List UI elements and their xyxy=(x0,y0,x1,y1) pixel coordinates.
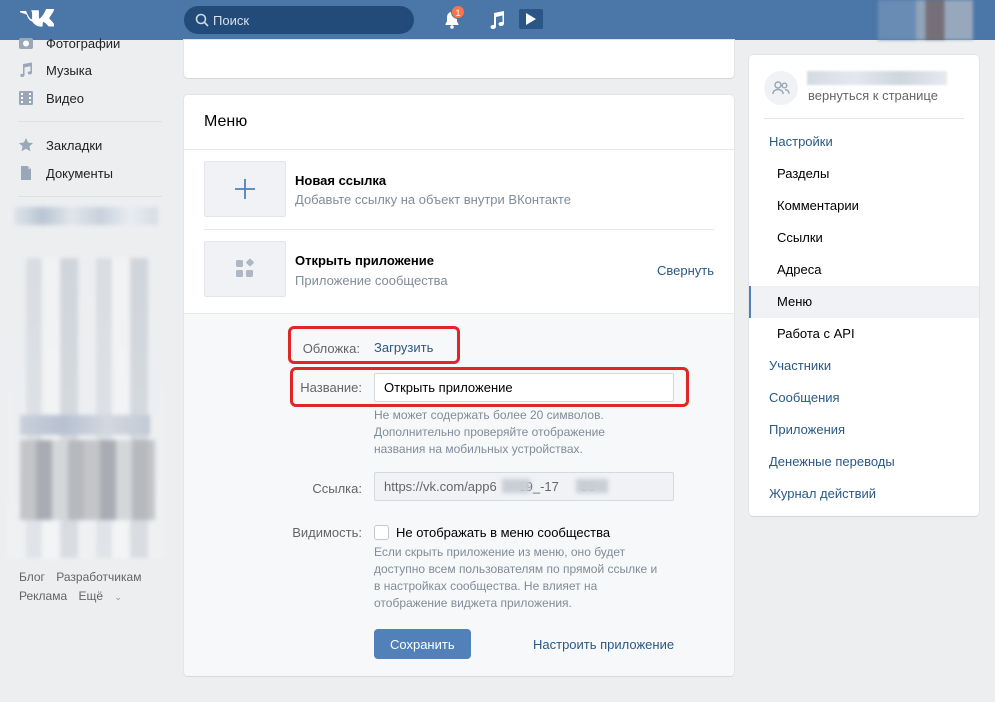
sidebar-item-links[interactable]: Ссылки xyxy=(749,222,979,254)
camera-icon xyxy=(19,38,33,49)
play-icon xyxy=(526,13,536,25)
blurred-content xyxy=(502,479,530,493)
blurred-content xyxy=(14,207,158,225)
nav-divider xyxy=(18,196,162,197)
hide-from-menu-label[interactable]: Не отображать в меню сообщества xyxy=(396,525,610,540)
footer-links: Блог Разработчикам xyxy=(19,570,149,584)
save-button[interactable]: Сохранить xyxy=(374,629,471,659)
search-input[interactable] xyxy=(213,6,403,34)
visibility-hint: Если скрыть приложение из меню, оно буде… xyxy=(374,545,658,610)
open-app-title[interactable]: Открыть приложение xyxy=(295,253,434,268)
player-play-button[interactable] xyxy=(519,9,543,29)
footer-link-developers[interactable]: Разработчикам xyxy=(56,570,141,584)
plus-icon xyxy=(235,179,255,199)
page-title: Меню xyxy=(204,113,248,130)
footer-link-ads[interactable]: Реклама xyxy=(19,589,67,603)
apps-icon xyxy=(236,258,254,277)
sidebar-item-settings[interactable]: Настройки xyxy=(749,126,979,158)
new-link-thumb[interactable] xyxy=(204,161,286,217)
chevron-down-icon: ⌄ xyxy=(114,592,122,602)
divider xyxy=(204,229,714,230)
hide-from-menu-checkbox[interactable] xyxy=(374,525,389,540)
blurred-content xyxy=(20,415,150,435)
music-icon[interactable] xyxy=(488,10,506,30)
new-link-description: Добавьте ссылку на объект внутри ВКонтак… xyxy=(295,192,571,207)
previous-card xyxy=(184,40,734,78)
footer-link-more[interactable]: Ещё ⌄ xyxy=(78,589,129,603)
group-icon xyxy=(772,81,790,95)
sidebar-item-money-transfers[interactable]: Денежные переводы xyxy=(749,446,979,478)
sidebar-item-action-log[interactable]: Журнал действий xyxy=(749,478,979,510)
menu-card: Меню Новая ссылка Добавьте ссылку на объ… xyxy=(184,95,734,676)
blurred-content xyxy=(576,479,608,493)
sidebar-item-apps[interactable]: Приложения xyxy=(749,414,979,446)
star-icon xyxy=(19,138,33,152)
search-icon xyxy=(195,13,209,27)
nav-item-label: Видео xyxy=(46,90,84,106)
back-to-page-link[interactable]: вернуться к странице xyxy=(808,88,938,103)
nav-item-label: Документы xyxy=(46,165,114,181)
configure-app-link[interactable]: Настроить приложение xyxy=(533,637,674,652)
divider xyxy=(764,118,964,119)
video-icon xyxy=(19,91,33,105)
divider xyxy=(184,149,734,150)
notifications-badge: 1 xyxy=(451,5,465,19)
nav-item-music[interactable]: Музыка xyxy=(18,60,92,80)
sidebar-item-members[interactable]: Участники xyxy=(749,350,979,382)
footer-links: Реклама Ещё ⌄ xyxy=(19,589,138,603)
nav-divider xyxy=(18,121,162,122)
blurred-content xyxy=(20,440,155,520)
nav-item-documents[interactable]: Документы xyxy=(18,163,113,183)
user-avatar[interactable] xyxy=(878,0,973,40)
top-header: 1 xyxy=(0,0,995,40)
nav-item-video[interactable]: Видео xyxy=(18,88,84,108)
sidebar-item-messages[interactable]: Сообщения xyxy=(749,382,979,414)
link-label: Ссылка: xyxy=(312,481,362,496)
search-box[interactable] xyxy=(184,6,414,34)
document-icon xyxy=(21,166,31,180)
footer-more-label: Ещё xyxy=(78,589,104,603)
new-link-title[interactable]: Новая ссылка xyxy=(295,173,386,188)
nav-item-photos[interactable]: Фотографии xyxy=(18,33,120,53)
settings-sidebar: вернуться к странице Настройки Разделы К… xyxy=(749,55,979,516)
cover-label: Обложка: xyxy=(302,341,360,356)
sidebar-item-comments[interactable]: Комментарии xyxy=(749,190,979,222)
community-icon xyxy=(764,71,798,105)
name-label: Название: xyxy=(300,380,362,395)
name-input[interactable] xyxy=(374,373,674,402)
nav-item-label: Музыка xyxy=(46,62,92,78)
visibility-label: Видимость: xyxy=(292,525,362,540)
nav-item-label: Закладки xyxy=(46,137,103,153)
sidebar-item-sections[interactable]: Разделы xyxy=(749,158,979,190)
nav-item-label: Фотографии xyxy=(46,35,121,51)
cover-upload-link[interactable]: Загрузить xyxy=(374,340,433,355)
open-app-thumb[interactable] xyxy=(204,241,286,297)
open-app-description: Приложение сообщества xyxy=(295,273,448,288)
nav-item-bookmarks[interactable]: Закладки xyxy=(18,135,102,155)
name-hint: Не может содержать более 20 символов. До… xyxy=(374,408,605,456)
footer-link-blog[interactable]: Блог xyxy=(19,570,45,584)
collapse-link[interactable]: Свернуть xyxy=(657,263,714,278)
sidebar-item-menu[interactable]: Меню xyxy=(749,286,979,318)
community-name[interactable] xyxy=(807,71,947,85)
vk-logo-icon[interactable] xyxy=(18,9,54,31)
sidebar-item-api[interactable]: Работа с API xyxy=(749,318,979,350)
app-edit-form: Обложка: Загрузить Название: Не может со… xyxy=(184,313,734,676)
sidebar-item-addresses[interactable]: Адреса xyxy=(749,254,979,286)
music-note-icon xyxy=(20,62,32,77)
